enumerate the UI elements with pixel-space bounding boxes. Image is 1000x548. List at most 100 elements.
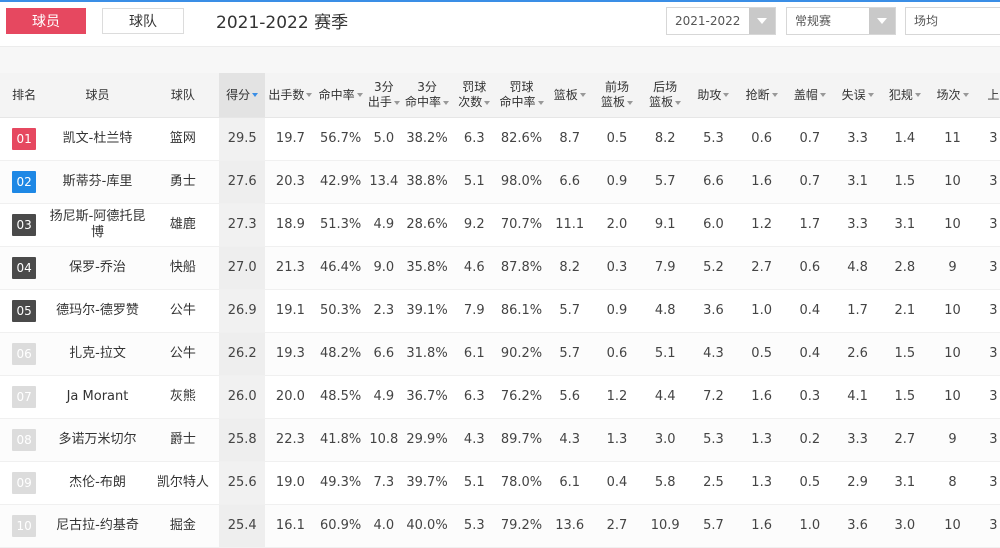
season-type-select[interactable]: 常规赛 bbox=[786, 7, 896, 35]
team-name[interactable]: 掘金 bbox=[146, 504, 220, 548]
sort-arrow-icon[interactable] bbox=[962, 93, 969, 97]
column-header-label: 排名 bbox=[12, 87, 37, 102]
stat-cell: 1.6 bbox=[737, 160, 786, 204]
team-name[interactable]: 灰熊 bbox=[146, 375, 220, 419]
column-header[interactable]: 后场 篮板 bbox=[641, 73, 690, 118]
sort-arrow-icon[interactable] bbox=[393, 100, 400, 105]
team-name[interactable]: 快船 bbox=[146, 246, 220, 290]
stat-cell: 38.8% bbox=[401, 160, 453, 204]
stat-cell: 1.3 bbox=[737, 418, 786, 462]
column-header-label: 助攻 bbox=[697, 87, 722, 102]
venue-select[interactable]: 场均 bbox=[905, 7, 1000, 35]
table-row[interactable]: 03 扬尼斯-阿德托昆博 雄鹿 27.3 18.9 51.3% 4.9 28.6% 9.2 70.… bbox=[0, 203, 1000, 247]
stat-cell: 41.8% bbox=[315, 418, 366, 462]
column-header[interactable]: 失误 bbox=[834, 73, 882, 118]
column-header[interactable]: 3分 出手 bbox=[365, 73, 402, 118]
table-row[interactable]: 09 杰伦-布朗 凯尔特人 25.6 19.0 49.3% 7.3 39.7% 5.1 78.0%… bbox=[0, 461, 1000, 505]
stat-cell: 4.3 bbox=[689, 332, 738, 376]
column-header: 排名 bbox=[0, 73, 49, 118]
column-header-label: 篮板 bbox=[553, 87, 578, 102]
player-name[interactable]: 扬尼斯-阿德托昆博 bbox=[48, 203, 147, 247]
table-row[interactable]: 04 保罗-乔治 快船 27.0 21.3 46.4% 9.0 35.8% 4.6 87.8% 8.… bbox=[0, 246, 1000, 290]
sort-arrow-icon[interactable] bbox=[771, 93, 778, 97]
chevron-down-icon[interactable] bbox=[869, 8, 895, 34]
stat-cell: 10 bbox=[928, 289, 977, 333]
player-name[interactable]: Ja Morant bbox=[48, 375, 147, 419]
table-row[interactable]: 06 扎克-拉文 公牛 26.2 19.3 48.2% 6.6 31.8% 6.1 90.2% 5.… bbox=[0, 332, 1000, 376]
stat-cell: 16.1 bbox=[265, 504, 316, 548]
column-header[interactable]: 盖帽 bbox=[785, 73, 834, 118]
stat-cell: 10.8 bbox=[365, 418, 402, 462]
sort-arrow-icon[interactable] bbox=[443, 100, 450, 105]
team-name[interactable]: 勇士 bbox=[146, 160, 220, 204]
rank-badge: 05 bbox=[12, 300, 37, 322]
column-header[interactable]: 3分 命中率 bbox=[401, 73, 453, 118]
season-select[interactable]: 2021-2022 bbox=[666, 7, 776, 35]
stat-cell: 25.8 bbox=[219, 418, 266, 462]
stat-cell: 51.3% bbox=[315, 203, 366, 247]
stat-cell: 2.8 bbox=[881, 246, 929, 290]
sort-arrow-icon[interactable] bbox=[914, 93, 921, 97]
team-name[interactable]: 爵士 bbox=[146, 418, 220, 462]
team-name[interactable]: 公牛 bbox=[146, 332, 220, 376]
column-header[interactable]: 助攻 bbox=[689, 73, 738, 118]
column-header[interactable]: 场次 bbox=[928, 73, 977, 118]
sort-arrow-icon[interactable] bbox=[356, 93, 363, 97]
stat-cell: 7.9 bbox=[452, 289, 497, 333]
column-header[interactable]: 篮板 bbox=[546, 73, 593, 118]
column-header[interactable]: 命中率 bbox=[315, 73, 366, 118]
sort-arrow-icon[interactable] bbox=[675, 100, 682, 105]
sort-arrow-icon[interactable] bbox=[723, 93, 730, 97]
stat-cell: 13.6 bbox=[546, 504, 593, 548]
sort-arrow-icon[interactable] bbox=[819, 93, 826, 97]
stat-cell: 5.6 bbox=[546, 375, 593, 419]
stat-cell: 28.6% bbox=[401, 203, 453, 247]
tab-team[interactable]: 球队 bbox=[102, 8, 184, 34]
stat-cell: 11 bbox=[928, 117, 977, 161]
player-name[interactable]: 尼古拉-约基奇 bbox=[48, 504, 147, 548]
table-row[interactable]: 07 Ja Morant 灰熊 26.0 20.0 48.5% 4.9 36.7% 6.3 76.… bbox=[0, 375, 1000, 419]
sort-arrow-icon[interactable] bbox=[579, 93, 586, 97]
player-name[interactable]: 斯蒂芬-库里 bbox=[48, 160, 147, 204]
team-name[interactable]: 凯尔特人 bbox=[146, 461, 220, 505]
stat-cell: 5.3 bbox=[689, 117, 738, 161]
table-row[interactable]: 05 德玛尔-德罗赞 公牛 26.9 19.1 50.3% 2.3 39.1% 7.9 86.1%… bbox=[0, 289, 1000, 333]
sort-arrow-icon[interactable] bbox=[252, 93, 259, 97]
sort-arrow-icon[interactable] bbox=[306, 93, 313, 97]
sort-arrow-icon[interactable] bbox=[626, 100, 633, 105]
player-name[interactable]: 杰伦-布朗 bbox=[48, 461, 147, 505]
player-name[interactable]: 多诺万米切尔 bbox=[48, 418, 147, 462]
stat-cell: 6.1 bbox=[452, 332, 497, 376]
column-header[interactable]: 出手数 bbox=[265, 73, 316, 118]
sort-arrow-icon[interactable] bbox=[537, 100, 544, 105]
column-header[interactable]: 得分 bbox=[219, 73, 266, 118]
column-header[interactable]: 犯规 bbox=[881, 73, 929, 118]
stat-cell: 98.0% bbox=[496, 160, 547, 204]
table-row[interactable]: 02 斯蒂芬-库里 勇士 27.6 20.3 42.9% 13.4 38.8% 5.1 98.0%… bbox=[0, 160, 1000, 204]
stat-cell: 11.1 bbox=[546, 203, 593, 247]
stat-cell: 10 bbox=[928, 332, 977, 376]
team-name[interactable]: 公牛 bbox=[146, 289, 220, 333]
stat-cell: 3.3 bbox=[834, 203, 882, 247]
stat-cell: 5.3 bbox=[689, 418, 738, 462]
player-name[interactable]: 凯文-杜兰特 bbox=[48, 117, 147, 161]
column-header[interactable]: 罚球 命中率 bbox=[496, 73, 547, 118]
table-row[interactable]: 08 多诺万米切尔 爵士 25.8 22.3 41.8% 10.8 29.9% 4.3 89.7%… bbox=[0, 418, 1000, 462]
column-header[interactable]: 前场 篮板 bbox=[592, 73, 642, 118]
column-header[interactable]: 抢断 bbox=[737, 73, 786, 118]
stat-cell: 5.8 bbox=[641, 461, 690, 505]
table-row[interactable]: 10 尼古拉-约基奇 掘金 25.4 16.1 60.9% 4.0 40.0% 5.3 79.2%… bbox=[0, 504, 1000, 548]
column-header[interactable]: 罚球 次数 bbox=[452, 73, 497, 118]
sort-arrow-icon[interactable] bbox=[867, 93, 874, 97]
team-name[interactable]: 雄鹿 bbox=[146, 203, 220, 247]
chevron-down-icon[interactable] bbox=[749, 8, 775, 34]
rank-badge: 07 bbox=[12, 386, 37, 408]
team-name[interactable]: 篮网 bbox=[146, 117, 220, 161]
player-name[interactable]: 扎克-拉文 bbox=[48, 332, 147, 376]
player-name[interactable]: 保罗-乔治 bbox=[48, 246, 147, 290]
player-name[interactable]: 德玛尔-德罗赞 bbox=[48, 289, 147, 333]
stat-cell: 19.1 bbox=[265, 289, 316, 333]
tab-player[interactable]: 球员 bbox=[6, 8, 86, 34]
table-row[interactable]: 01 凯文-杜兰特 篮网 29.5 19.7 56.7% 5.0 38.2% 6.3 82.6% 8… bbox=[0, 117, 1000, 161]
sort-arrow-icon[interactable] bbox=[484, 100, 491, 105]
